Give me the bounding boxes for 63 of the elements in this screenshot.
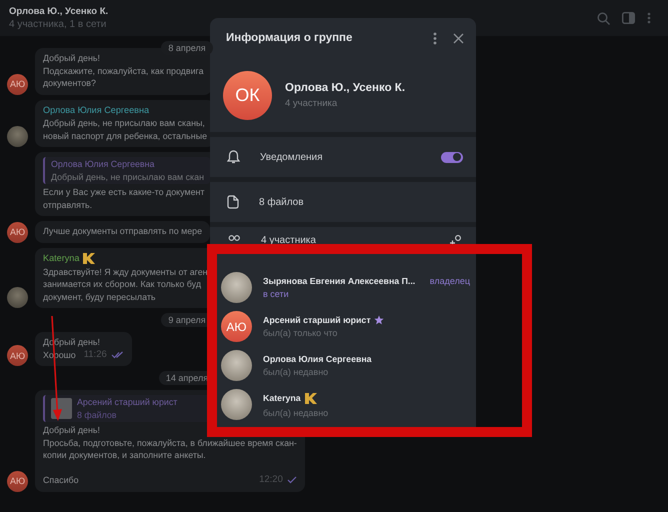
message-text: документ, буду пересылать <box>43 290 156 303</box>
notifications-label: Уведомления <box>260 152 324 162</box>
message-text: Здравствуйте! Я жду документы от аген <box>43 266 208 278</box>
member-name: Зырянова Евгения Алексеевна П... <box>263 276 416 286</box>
avatar-initials: АЮ <box>7 74 28 94</box>
message-text: копии документов, и заполните анкеты. <box>43 449 206 462</box>
member-row[interactable]: АЮ Арсений старший юрист был(а) только что <box>218 307 476 346</box>
member-role: владелец <box>428 276 470 286</box>
more-icon <box>647 12 651 24</box>
message-text: Подскажите, пожалуйста, как продвига <box>43 64 204 77</box>
member-status: был(а) только что <box>263 328 338 338</box>
message-text: Добрый день! <box>43 52 100 64</box>
avatar-photo <box>221 389 252 420</box>
date-chip: 8 апреля <box>161 41 213 55</box>
message-text: новый паспорт для ребенка, остальные <box>43 130 208 142</box>
message-text: занимается их сбором. Как только буд <box>43 278 201 290</box>
avatar-initials: АЮ <box>221 311 252 342</box>
reply-sender: Арсений старший юрист <box>77 396 178 408</box>
avatar-initials: АЮ <box>7 470 28 492</box>
message-text: Если у Вас уже есть какие-то документ <box>43 186 204 198</box>
message-text: Добрый день! <box>43 424 100 436</box>
avatar-photo <box>221 350 252 381</box>
avatar-initials: АЮ <box>7 222 28 242</box>
group-name: Орлова Ю., Усенко К. <box>285 82 406 94</box>
double-check-icon <box>110 350 124 359</box>
reply-text: 8 файлов <box>77 408 118 421</box>
avatar-photo <box>7 287 28 308</box>
member-name: Орлова Юлия Сергеевна <box>263 354 372 364</box>
sender-name: Орлова Юлия Сергеевна <box>43 104 150 116</box>
notifications-toggle[interactable] <box>441 152 463 162</box>
chat-title: Орлова Ю., Усенко К. <box>9 6 110 17</box>
avatar-initials: АЮ <box>7 345 28 366</box>
avatar-photo <box>7 126 28 147</box>
message-text: Спасибо <box>43 474 79 486</box>
message-text: документов? <box>43 77 96 90</box>
sender-name: Kateryna <box>43 252 80 264</box>
group-avatar: ОК <box>223 70 272 120</box>
reply-text: Добрый день, не присылаю вам скан <box>51 170 204 183</box>
member-status: в сети <box>263 289 290 299</box>
bell-icon <box>227 150 240 164</box>
file-icon <box>227 195 239 209</box>
avatar-photo <box>221 272 252 303</box>
sidebar-icon <box>622 12 635 24</box>
message-text: Просьба, подготовьте, пожалуйста, в ближайшее время скан- <box>43 436 297 449</box>
group-subtitle: 4 участника <box>285 98 338 108</box>
message-text: отправлять. <box>43 198 92 211</box>
members-header: 4 участника <box>261 234 317 246</box>
member-row[interactable]: Зырянова Евгения Алексеевна П... владелец в сети <box>218 268 476 307</box>
dialog-title: Информация о группе <box>226 32 354 44</box>
message-text: Лучше документы отправлять по мере <box>43 225 202 238</box>
files-link[interactable]: 8 файлов <box>259 196 463 208</box>
member-status: был(а) недавно <box>263 367 330 377</box>
close-icon <box>453 32 464 44</box>
check-icon <box>286 476 297 484</box>
reply-quote[interactable]: Орлова Юлия Сергеевна Добрый день, не присылаю вам скан <box>43 157 210 184</box>
search-icon <box>597 12 610 24</box>
add-member-icon <box>449 234 463 246</box>
message-text: Добрый день, не присылаю вам сканы, <box>43 117 205 130</box>
more-icon <box>433 32 437 44</box>
member-name: Арсений старший юрист <box>263 315 371 325</box>
reply-sender: Орлова Юлия Сергеевна <box>51 158 156 170</box>
member-row[interactable]: Орлова Юлия Сергеевна был(а) недавно <box>218 346 476 385</box>
chat-subtitle: 4 участника, 1 в сети <box>9 19 108 30</box>
